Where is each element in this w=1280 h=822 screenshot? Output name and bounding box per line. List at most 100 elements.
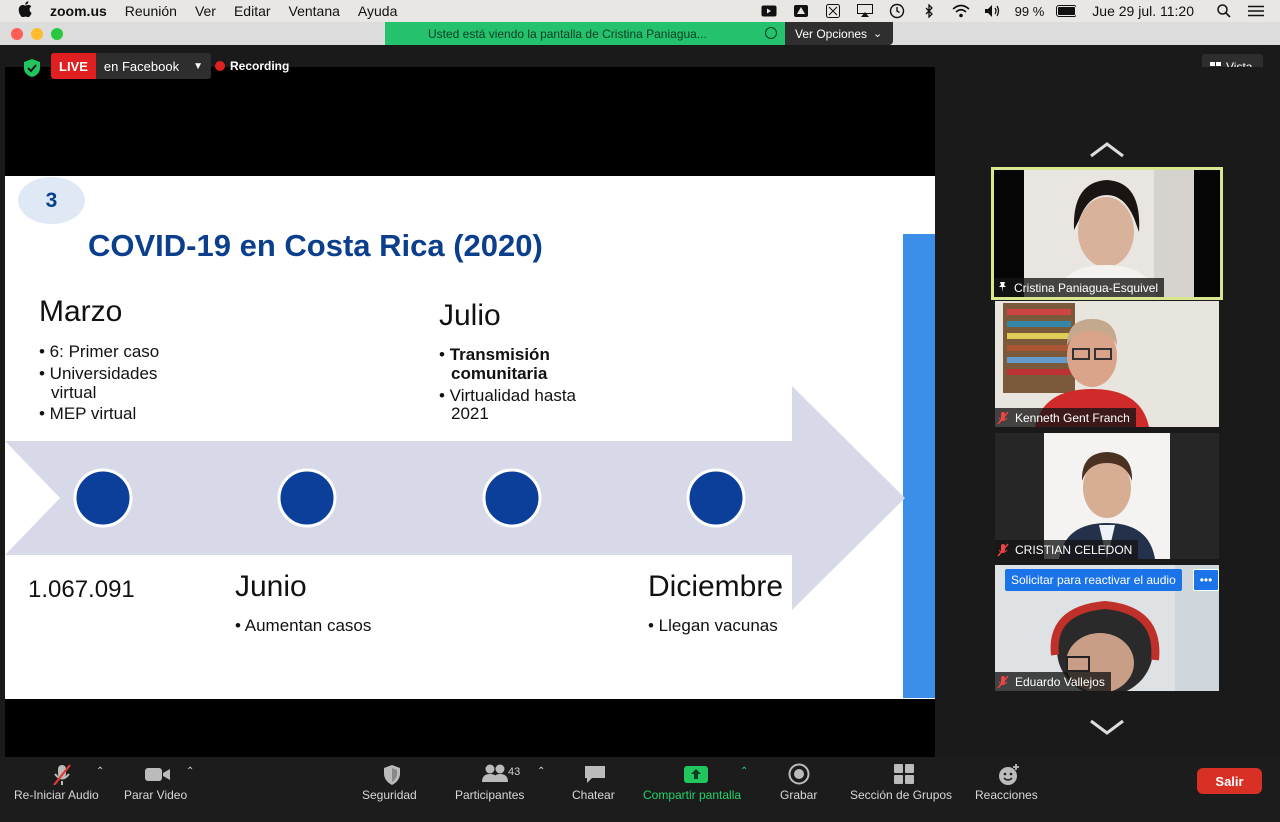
menu-ver[interactable]: Ver [195, 3, 216, 19]
ask-to-unmute-button[interactable]: Solicitar para reactivar el audio [1005, 569, 1182, 591]
mic-muted-icon [997, 675, 1011, 689]
julio-bullet-2: • Virtualidad hasta [439, 386, 577, 405]
close-window-button[interactable] [11, 28, 23, 40]
meeting-toolbar: Re-Iniciar Audio ⌃ Parar Video ⌃ Segurid… [0, 757, 1280, 822]
julio-bullet-1: • Transmisión [439, 345, 550, 364]
month-diciembre: Diciembre [648, 570, 784, 603]
participants-icon [482, 764, 508, 782]
search-icon[interactable] [1214, 4, 1234, 18]
participant-tile[interactable]: Cristina Paniagua-Esquivel [991, 167, 1223, 300]
bluetooth-icon[interactable] [919, 4, 939, 18]
title-bar: Usted está viendo la pantalla de Cristin… [0, 22, 1280, 45]
mic-muted-icon [997, 411, 1011, 425]
case-count: 1.067.091 [28, 576, 135, 603]
time-machine-icon[interactable] [887, 3, 907, 19]
apple-icon[interactable] [18, 1, 34, 21]
chat-bubble-icon [585, 766, 605, 783]
live-stream-control[interactable]: LIVE en Facebook ▼ [51, 53, 211, 79]
caret-up-icon[interactable]: ⌃ [537, 766, 545, 777]
breakout-rooms-button[interactable]: Sección de Grupos [850, 757, 958, 822]
recording-label: Recording [230, 59, 290, 73]
participant-tile[interactable]: CRISTIAN CELEDON [995, 433, 1219, 559]
shield-check-icon[interactable] [24, 59, 40, 77]
share-screen-button[interactable]: Compartir pantalla [643, 757, 749, 822]
slide-accent-bar [903, 234, 935, 698]
participant-count: 43 [508, 766, 521, 778]
diciembre-bullet-1: • Llegan vacunas [648, 616, 778, 635]
participants-button[interactable]: 43 Participantes [455, 757, 535, 822]
month-junio: Junio [235, 570, 307, 603]
battery-percent: 99 % [1014, 3, 1045, 19]
timeline-dot-4 [686, 468, 746, 528]
reaction-emoji-icon [999, 764, 1019, 785]
julio-bullet-1-text: Transmisión [449, 345, 550, 364]
chevron-down-icon[interactable] [1087, 717, 1127, 737]
marzo-bullet-3: • MEP virtual [39, 404, 137, 423]
timeline-dot-2 [277, 468, 337, 528]
minimize-window-button[interactable] [31, 28, 43, 40]
participant-name-tag: Cristina Paniagua-Esquivel [994, 278, 1165, 297]
recording-indicator[interactable]: Recording [215, 59, 289, 73]
timeline-dot-3 [482, 468, 542, 528]
menubar-clock[interactable]: Jue 29 jul. 11:20 [1092, 3, 1194, 19]
recording-dot-icon [215, 61, 225, 71]
participant-name: Kenneth Gent Franch [1015, 410, 1130, 425]
participant-tile[interactable]: Kenneth Gent Franch [995, 301, 1219, 427]
chevron-up-icon[interactable] [1087, 140, 1127, 160]
live-destination: en Facebook [95, 53, 188, 79]
caret-up-icon[interactable]: ⌃ [740, 766, 748, 777]
participant-name-tag: Kenneth Gent Franch [995, 408, 1136, 427]
marzo-bullet-1: • 6: Primer caso [39, 342, 160, 361]
live-badge: LIVE [51, 53, 96, 79]
participant-video-panel: Cristina Paniagua-Esquivel Kenneth Gent … [940, 67, 1280, 757]
caret-up-icon[interactable]: ⌃ [96, 766, 104, 777]
month-julio: Julio [439, 299, 501, 332]
view-options-label: Ver Opciones [795, 26, 868, 41]
video-camera-icon [145, 768, 170, 781]
view-options-button[interactable]: Ver Opciones ⌄ [785, 22, 893, 45]
mic-muted-icon [53, 764, 71, 785]
breakout-rooms-icon [894, 764, 914, 784]
julio-bullet-2b: 2021 [451, 404, 489, 423]
drive-icon[interactable] [791, 4, 811, 18]
more-options-button[interactable]: ••• [1193, 569, 1219, 591]
mic-muted-icon [997, 543, 1011, 557]
caret-up-icon[interactable]: ⌃ [186, 766, 194, 777]
security-button[interactable]: Seguridad [362, 757, 424, 822]
airplay-icon[interactable] [855, 4, 875, 18]
wifi-icon[interactable] [951, 4, 971, 18]
fullscreen-window-button[interactable] [51, 28, 63, 40]
reactions-button[interactable]: Reacciones [975, 757, 1041, 822]
participant-name: Eduardo Vallejos [1015, 674, 1105, 689]
grid-app-icon[interactable] [823, 4, 843, 18]
menu-editar[interactable]: Editar [234, 3, 271, 19]
zoom-window: Usted está viendo la pantalla de Cristin… [0, 22, 1280, 822]
slide-number: 3 [18, 177, 85, 224]
marzo-bullet-2b: virtual [51, 383, 97, 402]
video-camera-icon[interactable] [759, 4, 779, 18]
month-marzo: Marzo [39, 295, 123, 328]
chat-button[interactable]: Chatear [572, 757, 620, 822]
screen-share-banner: Usted está viendo la pantalla de Cristin… [385, 22, 785, 45]
macos-menu-bar: zoom.us Reunión Ver Editar Ventana Ayuda… [0, 0, 1280, 22]
app-menu[interactable]: zoom.us [50, 3, 107, 19]
record-button[interactable]: Grabar [779, 757, 819, 822]
julio-bullet-1b: comunitaria [451, 364, 548, 383]
record-icon [788, 763, 810, 785]
control-center-icon[interactable] [1246, 4, 1266, 18]
volume-icon[interactable] [983, 4, 1003, 18]
participant-name: CRISTIAN CELEDON [1015, 542, 1133, 557]
participant-name-tag: Eduardo Vallejos [995, 672, 1111, 691]
menu-ventana[interactable]: Ventana [289, 3, 340, 19]
menu-ayuda[interactable]: Ayuda [358, 3, 397, 19]
participant-name: Cristina Paniagua-Esquivel [1014, 280, 1159, 295]
leave-meeting-button[interactable]: Salir [1197, 768, 1262, 794]
battery-icon[interactable] [1056, 4, 1077, 18]
stop-circle-icon[interactable] [765, 27, 777, 39]
chevron-down-icon: ⌄ [873, 28, 883, 40]
slide-title: COVID-19 en Costa Rica (2020) [88, 228, 543, 263]
share-banner-text: Usted está viendo la pantalla de Cristin… [428, 26, 707, 41]
participant-name-tag: CRISTIAN CELEDON [995, 540, 1139, 559]
menu-reunion[interactable]: Reunión [125, 3, 177, 19]
caret-down-icon[interactable]: ▼ [187, 53, 211, 79]
